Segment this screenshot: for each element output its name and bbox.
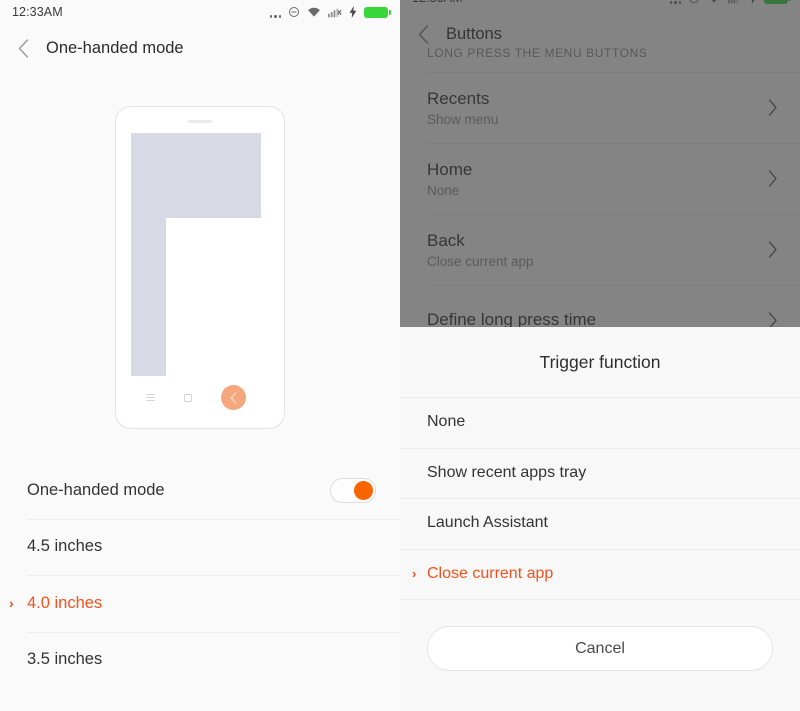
dnd-icon xyxy=(289,7,299,17)
dialog-option-label: Launch Assistant xyxy=(427,514,548,532)
buttons-list: Recents Show menu Home None Back Close c… xyxy=(400,72,800,327)
dialog-option-launch-assistant[interactable]: › Launch Assistant xyxy=(400,498,800,549)
one-handed-mode-settings-list: › One-handed mode › 4.5 inches › 4.0 inc… xyxy=(0,462,400,688)
status-bar: 12:33AM xyxy=(400,0,800,10)
status-bar: 12:33AM xyxy=(0,0,400,24)
row-title: Recents xyxy=(427,88,490,108)
back-chevron-icon[interactable] xyxy=(400,24,446,44)
chevron-right-icon xyxy=(768,241,777,258)
size-option-4-5-inches[interactable]: › 4.5 inches xyxy=(0,518,400,576)
chevron-right-icon xyxy=(768,99,777,116)
dialog-option-label: None xyxy=(427,413,466,431)
setting-label: 4.0 inches xyxy=(27,593,103,612)
row-subtitle: None xyxy=(427,183,460,199)
dialog-title: Trigger function xyxy=(539,351,661,372)
row-text: Back Close current app xyxy=(427,230,768,270)
row-text: Define long press time xyxy=(427,309,768,327)
wifi-icon xyxy=(308,7,320,17)
more-dots-icon xyxy=(269,6,281,19)
more-dots-icon xyxy=(669,0,681,5)
phone-speaker xyxy=(188,119,212,123)
back-chevron-icon[interactable] xyxy=(0,38,46,58)
phone-navigation-bar xyxy=(131,379,261,417)
one-handed-mode-phone-preview xyxy=(0,72,400,462)
back-chevron-icon xyxy=(221,385,247,410)
dialog-option-label: Close current app xyxy=(427,564,554,582)
screen: 12:33AM One-handed mode One-handed mode … xyxy=(0,0,800,711)
buttons-row-home[interactable]: Home None xyxy=(400,143,800,214)
buttons-row-recents[interactable]: Recents Show menu xyxy=(400,72,800,143)
chevron-right-icon xyxy=(768,170,777,187)
row-title: Define long press time xyxy=(427,310,597,327)
dialog-option-show-recent-apps-tray[interactable]: › Show recent apps tray xyxy=(400,447,800,499)
square-icon xyxy=(183,393,192,402)
dnd-icon xyxy=(689,0,699,3)
dialog-actions: Cancel xyxy=(400,600,800,671)
charging-bolt-icon xyxy=(751,0,755,4)
toggle-knob xyxy=(354,480,373,500)
phone-frame xyxy=(115,105,285,429)
row-text: Recents Show menu xyxy=(427,88,768,128)
row-title: Home xyxy=(427,159,473,179)
left-panel-header: One-handed mode xyxy=(0,24,400,72)
right-panel-buttons: 12:33AM xyxy=(400,0,800,711)
row-subtitle: Close current app xyxy=(427,254,534,270)
trigger-function-dialog: Trigger function › None › Show recent ap… xyxy=(400,327,800,711)
charging-bolt-icon xyxy=(349,6,357,18)
row-title: Back xyxy=(427,230,465,250)
wifi-icon xyxy=(711,0,717,3)
dialog-option-none[interactable]: › None xyxy=(400,397,800,448)
setting-label: 3.5 inches xyxy=(27,650,103,669)
page-title: Buttons xyxy=(446,24,502,43)
buttons-row-define-long-press-time[interactable]: Define long press time xyxy=(400,285,800,327)
selection-chevron-icon: › xyxy=(412,566,417,582)
setting-label: 4.5 inches xyxy=(27,537,103,556)
buttons-settings-content: 12:33AM xyxy=(400,0,800,327)
selection-chevron-icon: › xyxy=(9,595,14,612)
dialog-option-close-current-app[interactable]: › Close current app xyxy=(400,548,800,600)
signal-bars-icon xyxy=(328,8,342,18)
status-bar-icons xyxy=(669,0,791,5)
setting-label: One-handed mode xyxy=(27,480,165,499)
status-bar-icons xyxy=(269,6,391,19)
section-header: Long press the menu buttons xyxy=(427,46,648,60)
battery-icon xyxy=(764,0,791,4)
cancel-button[interactable]: Cancel xyxy=(427,626,773,671)
chevron-right-icon xyxy=(768,312,777,327)
dialog-option-label: Show recent apps tray xyxy=(427,463,587,481)
row-text: Home None xyxy=(427,159,768,199)
status-bar-clock: 12:33AM xyxy=(412,0,463,5)
phone-screen xyxy=(131,132,261,376)
one-handed-window-region xyxy=(166,217,261,376)
left-panel-one-handed-mode: 12:33AM One-handed mode One-handed mode … xyxy=(0,0,400,711)
row-subtitle: Show menu xyxy=(427,112,499,128)
status-bar-clock: 12:33AM xyxy=(12,5,63,19)
menu-icon xyxy=(145,393,155,402)
one-handed-mode-toggle[interactable] xyxy=(330,477,376,503)
buttons-row-back[interactable]: Back Close current app xyxy=(400,214,800,285)
page-title: One-handed mode xyxy=(46,38,184,57)
setting-row-one-handed-mode[interactable]: › One-handed mode xyxy=(0,462,400,519)
signal-bars-icon xyxy=(728,0,739,4)
size-option-3-5-inches[interactable]: › 3.5 inches xyxy=(0,631,400,689)
size-option-4-0-inches[interactable]: › 4.0 inches xyxy=(0,575,400,632)
battery-icon xyxy=(364,6,391,18)
